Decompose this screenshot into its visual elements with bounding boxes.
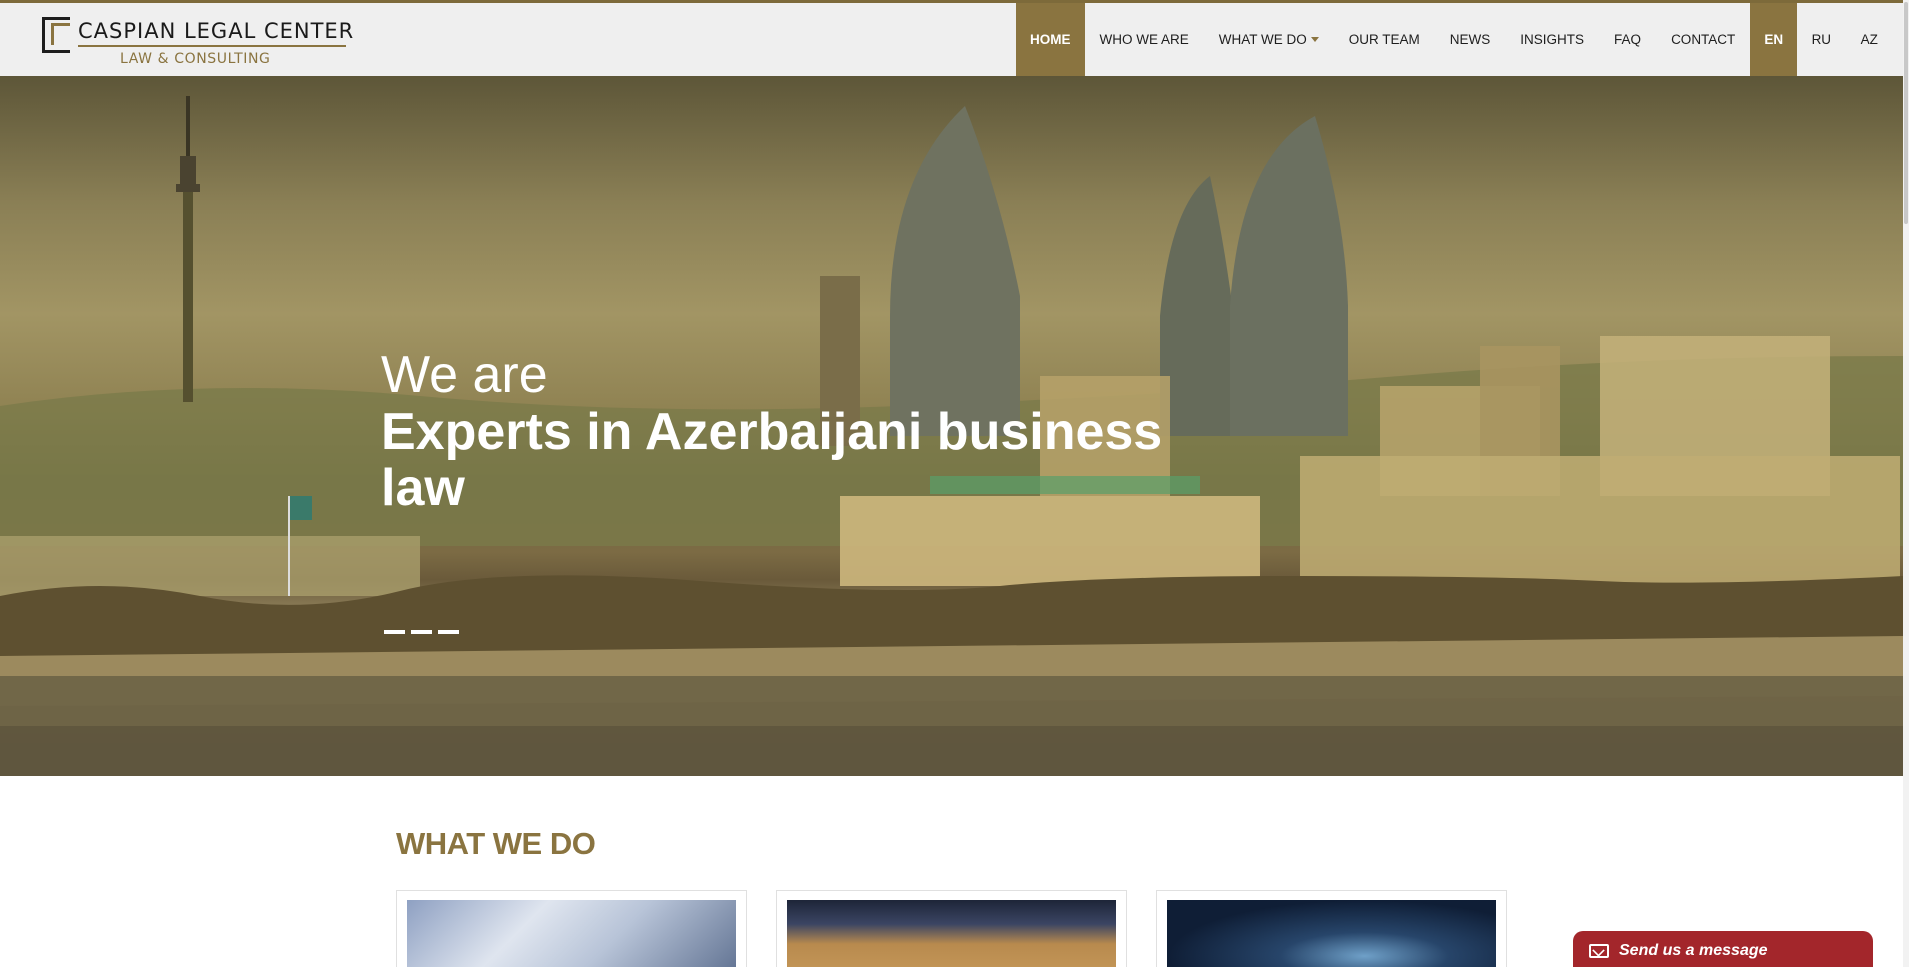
slide-indicator-2[interactable] xyxy=(411,630,432,634)
service-card-image xyxy=(407,900,736,967)
lang-label: AZ xyxy=(1860,32,1878,47)
service-card[interactable] xyxy=(1156,890,1507,967)
logo-name: CASPIAN LEGAL CENTER xyxy=(78,19,355,43)
hero-slider: We are Experts in Azerbaijani business l… xyxy=(0,76,1903,776)
site-header: CASPIAN LEGAL CENTER LAW & CONSULTING HO… xyxy=(0,3,1903,76)
main-nav: HOME WHO WE ARE WHAT WE DO OUR TEAM NEWS… xyxy=(1016,3,1893,76)
send-message-label: Send us a message xyxy=(1619,942,1768,959)
service-card-image xyxy=(787,900,1116,967)
service-card[interactable] xyxy=(776,890,1127,967)
caret-down-icon xyxy=(1310,37,1319,42)
nav-item-our-team[interactable]: OUR TEAM xyxy=(1334,3,1435,76)
nav-item-label: NEWS xyxy=(1449,32,1491,47)
page-scrollbar-thumb[interactable] xyxy=(1904,2,1908,224)
nav-item-faq[interactable]: FAQ xyxy=(1599,3,1656,76)
nav-item-label: OUR TEAM xyxy=(1348,32,1420,47)
service-card[interactable] xyxy=(396,890,747,967)
lang-label: RU xyxy=(1811,32,1832,47)
logo-tagline: LAW & CONSULTING xyxy=(120,51,271,67)
slider-indicators xyxy=(384,630,459,634)
slide-indicator-3[interactable] xyxy=(438,630,459,634)
send-message-button[interactable]: Send us a message xyxy=(1573,931,1873,967)
lang-label: EN xyxy=(1764,32,1784,47)
nav-item-label: HOME xyxy=(1030,32,1071,47)
nav-item-news[interactable]: NEWS xyxy=(1435,3,1506,76)
lang-az[interactable]: AZ xyxy=(1845,3,1893,76)
nav-item-what-we-do[interactable]: WHAT WE DO xyxy=(1204,3,1334,76)
nav-item-label: WHO WE ARE xyxy=(1099,32,1189,47)
hero-text: We are Experts in Azerbaijani business l… xyxy=(381,346,1201,516)
service-card-image xyxy=(1167,900,1496,967)
envelope-icon xyxy=(1589,944,1609,958)
nav-item-contact[interactable]: CONTACT xyxy=(1656,3,1750,76)
logo[interactable]: CASPIAN LEGAL CENTER LAW & CONSULTING xyxy=(42,17,353,69)
slide-indicator-1[interactable] xyxy=(384,630,405,634)
nav-item-label: WHAT WE DO xyxy=(1218,32,1307,47)
hero-intro: We are xyxy=(381,346,548,404)
nav-item-label: CONTACT xyxy=(1671,32,1736,47)
lang-ru[interactable]: RU xyxy=(1797,3,1845,76)
section-title-what-we-do: WHAT WE DO xyxy=(396,826,596,861)
logo-underline xyxy=(78,45,346,47)
nav-item-label: FAQ xyxy=(1614,32,1642,47)
nav-item-label: INSIGHTS xyxy=(1520,32,1585,47)
lang-en[interactable]: EN xyxy=(1750,3,1798,76)
nav-item-who-we-are[interactable]: WHO WE ARE xyxy=(1085,3,1204,76)
nav-item-insights[interactable]: INSIGHTS xyxy=(1505,3,1599,76)
hero-headline: Experts in Azerbaijani business law xyxy=(381,403,1163,517)
nav-item-home[interactable]: HOME xyxy=(1016,3,1085,76)
logo-mark-icon xyxy=(42,17,70,53)
